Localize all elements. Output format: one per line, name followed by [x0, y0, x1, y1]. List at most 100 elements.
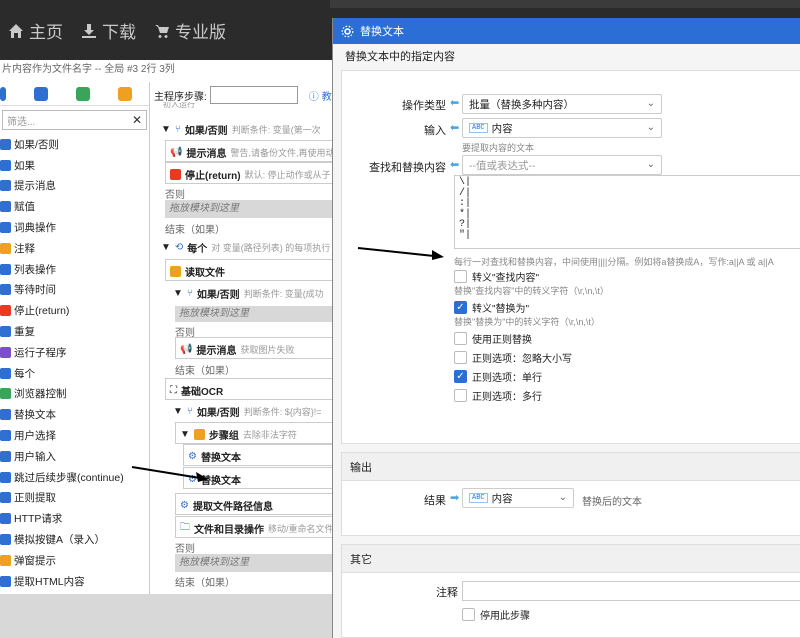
toolbox-item[interactable]: 列表操作 — [0, 259, 149, 280]
toolbox-item[interactable]: 模拟按键A（录入） — [0, 529, 149, 550]
toolbox-item[interactable]: 赋值 — [0, 196, 149, 217]
checkbox-checked[interactable]: ✓ — [454, 370, 467, 383]
toolbox-tab-4[interactable] — [118, 86, 132, 101]
checkbox-box[interactable] — [462, 608, 475, 621]
if-else-step-2[interactable]: ▼ ⑂ 如果/否则 判断条件: 变量(成功 — [169, 282, 333, 304]
toolbox-item[interactable]: 重复 — [0, 321, 149, 342]
file-op-step[interactable]: 🗀 文件和目录操作 移动/重命名文件 — [175, 516, 333, 538]
toolbox-item[interactable]: 如果 — [0, 155, 149, 176]
gear-icon — [0, 513, 11, 525]
comment-input[interactable] — [462, 581, 800, 601]
checkbox-checked[interactable]: ✓ — [454, 301, 467, 314]
nav-pro[interactable]: 专业版 — [154, 18, 226, 43]
gear-icon — [341, 25, 354, 37]
toolbox-item[interactable]: 运行子程序 — [0, 342, 149, 363]
pairs-textarea[interactable]: \| /| :| *| ?| "| — [454, 175, 800, 249]
regex-multi-line-checkbox[interactable]: 正则选项：多行 — [454, 388, 542, 403]
toolbox-item[interactable]: 等待时间 — [0, 280, 149, 301]
drop-zone-1[interactable]: 拖放模块到这里 — [165, 200, 333, 218]
stop-step-1[interactable]: 停止(return) 默认: 停止动作或从子 — [165, 162, 333, 184]
clock-icon — [0, 284, 11, 296]
abc-tag: ABC — [469, 123, 488, 133]
user-icon — [0, 430, 11, 442]
toolbox-item[interactable]: 正则提取 — [0, 488, 149, 509]
clear-icon[interactable]: ✕ — [132, 113, 142, 127]
gear-icon — [0, 409, 11, 421]
use-regex-checkbox[interactable]: 使用正则替换 — [454, 331, 532, 346]
foreach-step[interactable]: ▼ ⟲ 每个对 变量(路径列表) 的每项执行 — [157, 236, 333, 258]
toolbox-item[interactable]: 用户选择 — [0, 425, 149, 446]
if-else-step-3[interactable]: ▼ ⑂ 如果/否则 判断条件: ${内容}!= — [169, 400, 333, 422]
toolbox-tab-3[interactable] — [76, 86, 90, 101]
search-input[interactable]: 筛选... — [7, 113, 35, 128]
toolbox-item[interactable]: 浏览器控制 — [0, 384, 149, 405]
drop-zone-2[interactable]: 拖放模块到这里 — [175, 306, 333, 322]
nav-download[interactable]: 下载 — [81, 18, 136, 43]
arrow-left-icon: ⬅ — [450, 122, 460, 134]
input-select[interactable]: ABC 内容 ⌄ — [462, 118, 662, 138]
bottom-bar — [0, 594, 340, 638]
checkbox-box[interactable] — [454, 389, 467, 402]
nav-home[interactable]: 主页 — [8, 18, 63, 43]
toolbox-item[interactable]: 弹窗提示 — [0, 550, 149, 571]
toolbox-item[interactable]: 词典操作 — [0, 217, 149, 238]
dialog-titlebar: 替换文本 — [333, 18, 800, 44]
main-steps-label: 主程序步骤: — [154, 91, 207, 103]
ocr-icon: ⛶ — [170, 384, 177, 396]
collapse-icon[interactable]: ▼ — [161, 124, 171, 135]
folder-icon: 🗀 — [180, 521, 190, 533]
result-value: 内容 — [491, 492, 513, 505]
extract-path-step[interactable]: ⚙ 提取文件路径信息 — [175, 493, 333, 515]
toolbox-item-label: 每个 — [14, 367, 35, 380]
escape-find-checkbox[interactable]: 转义"查找内容" — [454, 269, 539, 284]
regex-single-line-checkbox[interactable]: ✓ 正则选项：单行 — [454, 369, 542, 384]
disable-step-checkbox[interactable]: 停用此步骤 — [462, 607, 530, 622]
toolbox-item-label: 词典操作 — [14, 222, 56, 235]
toolbox-tab-1[interactable] — [0, 86, 6, 101]
toolbox-item[interactable]: 跳过后续步骤(continue) — [0, 467, 149, 488]
toolbox-item[interactable]: 替换文本 — [0, 404, 149, 425]
toolbox-item[interactable]: 注释 — [0, 238, 149, 259]
toolbox-item[interactable]: 停止(return) — [0, 300, 149, 321]
prompt-step-2[interactable]: 📢 提示消息 获取图片失败 — [175, 337, 333, 359]
toolbox-item[interactable]: 提取HTML内容 — [0, 571, 149, 592]
help-link[interactable]: ⓘ 教 — [309, 88, 332, 103]
if-else-step-1[interactable]: ▼ ⑂ 如果/否则 判断条件: 变量(第一次 — [157, 118, 333, 140]
step-group[interactable]: ▼ 步骤组 去除非法字符 — [175, 422, 333, 444]
result-select[interactable]: ABC 内容 ⌄ — [462, 488, 574, 508]
toolbox-panel: 筛选... ✕ 如果/否则 如果 提示消息 赋值词典操作注释 列表操作 等待时间 停止(re… — [0, 82, 150, 594]
regex-ignore-case-checkbox[interactable]: 正则选项：忽略大小写 — [454, 350, 572, 365]
collapse-icon[interactable]: ▼ — [173, 406, 183, 417]
else-label-1: 否则 — [165, 190, 185, 201]
window-strip — [330, 0, 800, 8]
checkbox-box[interactable] — [454, 332, 467, 345]
annotation-arrow-2 — [357, 247, 444, 260]
toolbox-item[interactable]: HTTP请求 — [0, 508, 149, 529]
escape-replace-checkbox[interactable]: ✓ 转义"替换为" — [454, 300, 529, 315]
checkbox-box[interactable] — [454, 270, 467, 283]
prompt-step-1[interactable]: 📢 提示消息 警告,请备份文件,再使用动作 — [165, 140, 333, 162]
workflow-canvas: 主程序步骤: ⓘ 教 初入运行 ▼ ⑂ 如果/否则 判断条件: 变量(第一次 📢 提示消… — [151, 82, 333, 594]
file-icon — [170, 265, 181, 277]
collapse-icon[interactable]: ▼ — [173, 288, 183, 299]
ocr-step[interactable]: ⛶ 基础OCR — [165, 378, 333, 400]
read-file-step[interactable]: 读取文件 — [165, 259, 333, 281]
toolbox-item[interactable]: 每个 — [0, 363, 149, 384]
find-replace-label: 查找和替换内容 — [369, 162, 446, 174]
toolbox-item[interactable]: 如果/否则 — [0, 134, 149, 155]
op-type-select[interactable]: 批量（替换多种内容） ⌄ — [462, 94, 662, 114]
toolbox-search[interactable]: 筛选... ✕ — [2, 110, 147, 130]
find-replace-select[interactable]: --值或表达式-- ⌄ — [462, 155, 662, 175]
browser-icon — [0, 388, 11, 400]
checkbox-box[interactable] — [454, 351, 467, 364]
collapse-icon[interactable]: ▼ — [161, 242, 171, 253]
drop-zone-3[interactable]: 拖放模块到这里 — [175, 554, 333, 572]
find-replace-placeholder: --值或表达式-- — [469, 159, 536, 172]
popup-icon — [0, 554, 11, 566]
toolbox-tab-2[interactable] — [34, 86, 48, 101]
megaphone-icon: 📢 — [170, 146, 183, 158]
collapse-icon[interactable]: ▼ — [180, 429, 190, 440]
pencil-icon — [0, 201, 11, 213]
toolbox-item[interactable]: 提示消息 — [0, 176, 149, 197]
toolbox-item[interactable]: 用户输入 — [0, 446, 149, 467]
